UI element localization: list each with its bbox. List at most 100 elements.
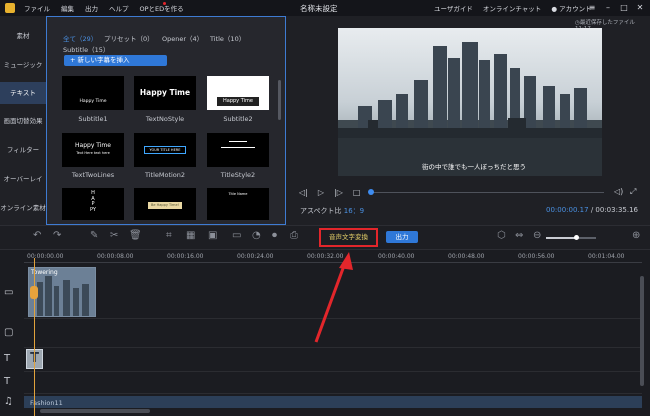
template-thumb-textnostyle[interactable]: Happy Time (134, 76, 196, 110)
menu-icon[interactable]: ≡ (586, 2, 598, 14)
prev-frame-icon[interactable]: ◁| (299, 188, 308, 197)
stop-icon[interactable]: □ (353, 188, 361, 197)
menu-file[interactable]: ファイル (24, 3, 50, 13)
nav-transitions[interactable]: 画面切替効果 (0, 115, 46, 125)
maximize-icon[interactable]: □ (618, 2, 630, 14)
volume-icon[interactable]: ◁) (614, 187, 623, 196)
menu-op-ed[interactable]: OPとEDを作る (140, 3, 184, 13)
crop-icon[interactable]: ⌗ (166, 230, 172, 241)
tab-title[interactable]: Title（10） (210, 33, 245, 43)
tab-presets[interactable]: プリセット（0） (104, 33, 154, 43)
template-thumb-subtitle1[interactable]: Happy Time (62, 76, 124, 110)
seek-bar[interactable] (371, 192, 604, 193)
tab-all[interactable]: 全て（29） (63, 33, 97, 43)
export-button[interactable]: 出力 (386, 231, 418, 243)
preview-subtitle[interactable]: 街の中で誰でも一人ぼっちだと思う (422, 161, 526, 171)
zoom-out-icon[interactable]: ⊖ (533, 230, 541, 241)
ruler-tick: 00:00:00.00 (27, 253, 64, 260)
menu-user-guide[interactable]: ユーザガイド (434, 3, 473, 13)
current-time: 00:00:00.17 (546, 206, 589, 214)
template-thumb-subline: Text Here text here (76, 151, 110, 155)
timeline-vertical-scrollbar[interactable] (640, 276, 644, 386)
total-time: 00:03:35.16 (595, 206, 638, 214)
playback-controls: ◁| ▷ |▷ □ (299, 188, 360, 197)
fullscreen-icon[interactable]: ⤢ (630, 187, 636, 197)
nav-text[interactable]: テキスト (0, 82, 46, 104)
template-thumb-texttwolines[interactable]: Happy Time Text Here text here (62, 133, 124, 167)
zoom-in-icon[interactable]: ⊕ (632, 230, 640, 241)
nav-music[interactable]: ミュージック (0, 59, 46, 69)
seek-handle[interactable] (368, 189, 374, 195)
thumb-line (221, 147, 255, 148)
video-track-icon: ▭ (4, 287, 14, 298)
delete-icon[interactable]: 🗑 (129, 230, 142, 241)
zoom-slider-fill (546, 237, 577, 239)
track-divider (24, 393, 642, 394)
time-display: 00:00:00.17 / 00:03:35.16 (546, 206, 638, 214)
playhead-line[interactable] (34, 258, 35, 416)
tab-subtitle[interactable]: Subtitle（15） (63, 44, 109, 54)
redo-icon[interactable]: ↷ (53, 230, 61, 241)
zoom-handle[interactable] (574, 235, 579, 240)
nav-online-media[interactable]: オンライン素材 (0, 202, 46, 212)
template-label: Subtitle1 (78, 115, 108, 123)
template-thumb-titlestyle2[interactable] (207, 133, 269, 167)
city-skyline-image (338, 28, 602, 176)
voiceover-icon[interactable]: ⏺ (272, 230, 277, 241)
template-thumb-happy[interactable]: HAPPY (62, 188, 124, 220)
marker-icon[interactable]: ⬡ (497, 230, 506, 241)
template-thumb-titlemotion2[interactable]: YOUR TITLE HERE (134, 133, 196, 167)
timeline (0, 250, 650, 416)
speed-icon[interactable]: ◔ (252, 230, 261, 241)
template-thumb-behappy[interactable]: Be Happy Time! (134, 188, 196, 220)
template-label: TitleStyle2 (220, 171, 256, 179)
right-menu: ユーザガイド オンラインチャット ● アカウント (434, 3, 592, 13)
fit-icon[interactable]: ⇔ (515, 230, 523, 241)
new-dot-badge (163, 2, 166, 5)
aspect-ratio[interactable]: アスペクト比 16：9 (300, 206, 364, 216)
close-icon[interactable]: ✕ (634, 2, 646, 14)
menu-help[interactable]: ヘルプ (109, 3, 129, 13)
screenshot-icon[interactable]: ⎙ (290, 230, 298, 241)
audio-clip[interactable] (24, 396, 642, 408)
speech-to-text-button[interactable]: 音声文字変換 (319, 228, 378, 247)
undo-icon[interactable]: ↶ (33, 230, 41, 241)
mosaic-icon[interactable]: ▦ (186, 230, 195, 241)
playhead-handle[interactable] (30, 286, 38, 299)
ruler-line (24, 262, 642, 263)
split-icon[interactable]: ✂ (110, 230, 118, 241)
account-icon: ● (551, 5, 557, 13)
ruler-tick: 00:00:08.00 (97, 253, 134, 260)
tab-opener[interactable]: Opener（4） (162, 33, 203, 43)
menu-online-chat[interactable]: オンラインチャット (483, 3, 541, 13)
music-track-icon: ♫ (4, 396, 13, 407)
template-label: Subtitle2 (223, 115, 253, 123)
menu-export[interactable]: 出力 (85, 3, 98, 13)
template-thumb-subtitle2[interactable]: Happy Time (207, 76, 269, 110)
timeline-horizontal-scrollbar[interactable] (40, 409, 150, 413)
template-label: TextNoStyle (145, 115, 185, 123)
ruler-tick: 00:00:16.00 (167, 253, 204, 260)
template-label: TextTwoLines (71, 171, 115, 179)
edit-icon[interactable]: ✎ (90, 230, 98, 241)
track-divider (24, 371, 642, 372)
template-thumb-titlenames[interactable]: Title Name (207, 188, 269, 220)
video-clip-label: Towering (31, 269, 58, 276)
text-track-icon: T (4, 353, 11, 364)
menu-edit[interactable]: 編集 (61, 3, 74, 13)
play-icon[interactable]: ▷ (318, 188, 324, 197)
nav-media[interactable]: 素材 (0, 30, 46, 40)
app-logo (5, 3, 15, 13)
nav-overlay[interactable]: オーバーレイ (0, 173, 46, 183)
ruler-tick: 00:00:24.00 (237, 253, 274, 260)
video-preview[interactable] (338, 28, 602, 176)
insert-subtitle-button[interactable]: + 新しい字幕を挿入 (64, 55, 167, 66)
panel-scrollbar[interactable] (278, 80, 281, 120)
pip-icon[interactable]: ▭ (232, 230, 241, 241)
minimize-icon[interactable]: – (602, 2, 614, 14)
next-frame-icon[interactable]: |▷ (334, 188, 343, 197)
nav-filters[interactable]: フィルター (0, 144, 46, 154)
ruler-tick: 00:01:04.00 (588, 253, 625, 260)
plus-icon: + (70, 56, 76, 64)
freeze-icon[interactable]: ▣ (208, 230, 217, 241)
